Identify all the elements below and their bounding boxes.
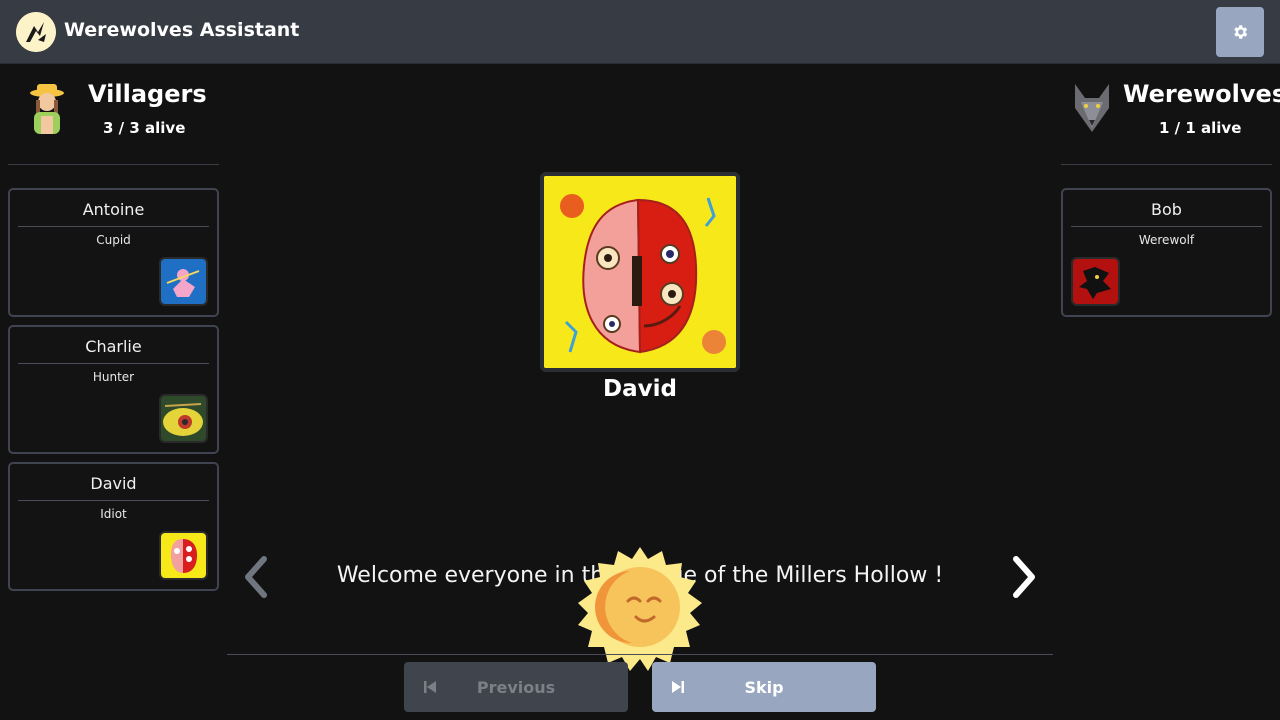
app-title: Werewolves Assistant [64, 19, 300, 41]
settings-button[interactable] [1216, 7, 1264, 57]
player-role: Cupid [96, 233, 131, 247]
skip-next-icon [672, 681, 684, 693]
previous-button[interactable]: Previous [404, 662, 628, 712]
werewolf-role-image [1071, 257, 1120, 306]
player-card-david[interactable]: David Idiot [8, 462, 219, 591]
next-step-arrow[interactable] [1006, 553, 1042, 601]
skip-previous-icon [424, 681, 436, 693]
villagers-team-name: Villagers [88, 80, 207, 108]
current-player-role-image [540, 172, 740, 372]
player-role: Hunter [92, 370, 135, 384]
villagers-header: Villagers 3 / 3 alive [8, 64, 219, 165]
current-player-name: David [603, 376, 677, 402]
gear-icon [1234, 25, 1248, 39]
player-name: Charlie [18, 337, 209, 364]
player-role: Idiot [100, 507, 127, 521]
idiot-role-image [159, 531, 208, 580]
werewolves-alive-count: 1 / 1 alive [1159, 119, 1242, 137]
player-card-charlie[interactable]: Charlie Hunter [8, 325, 219, 454]
player-name: Bob [1071, 200, 1262, 227]
chevron-right-icon [1013, 556, 1035, 598]
previous-step-arrow[interactable] [238, 553, 274, 601]
hunter-role-image [159, 394, 208, 443]
app-logo [16, 12, 56, 52]
chevron-left-icon [245, 556, 267, 598]
skip-button[interactable]: Skip [652, 662, 876, 712]
player-card-bob[interactable]: Bob Werewolf [1061, 188, 1272, 317]
player-name: Antoine [18, 200, 209, 227]
app-header: Werewolves Assistant [0, 0, 1280, 64]
footer-divider [227, 654, 1053, 655]
villager-avatar [22, 82, 72, 134]
player-role: Werewolf [1138, 233, 1195, 247]
player-card-antoine[interactable]: Antoine Cupid [8, 188, 219, 317]
villagers-alive-count: 3 / 3 alive [103, 119, 186, 137]
cupid-role-image [159, 257, 208, 306]
werewolves-header: Werewolves 1 / 1 alive [1061, 64, 1280, 165]
werewolves-team-name: Werewolves [1123, 80, 1280, 108]
player-name: David [18, 474, 209, 501]
werewolf-avatar [1067, 82, 1117, 134]
